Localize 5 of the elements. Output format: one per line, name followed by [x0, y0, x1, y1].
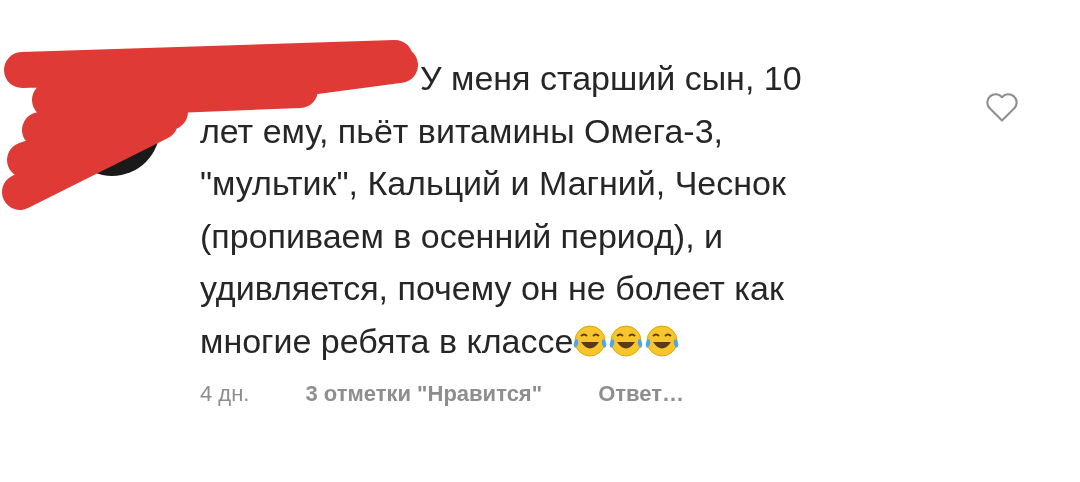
reply-link[interactable]: Ответ… — [598, 377, 684, 410]
heart-icon[interactable] — [984, 90, 1020, 124]
comment-time: 4 дн. — [200, 380, 250, 408]
comment-text: многие ребята в классе — [200, 320, 574, 362]
likes-count[interactable]: 3 отметки "Нравится" — [305, 377, 543, 410]
